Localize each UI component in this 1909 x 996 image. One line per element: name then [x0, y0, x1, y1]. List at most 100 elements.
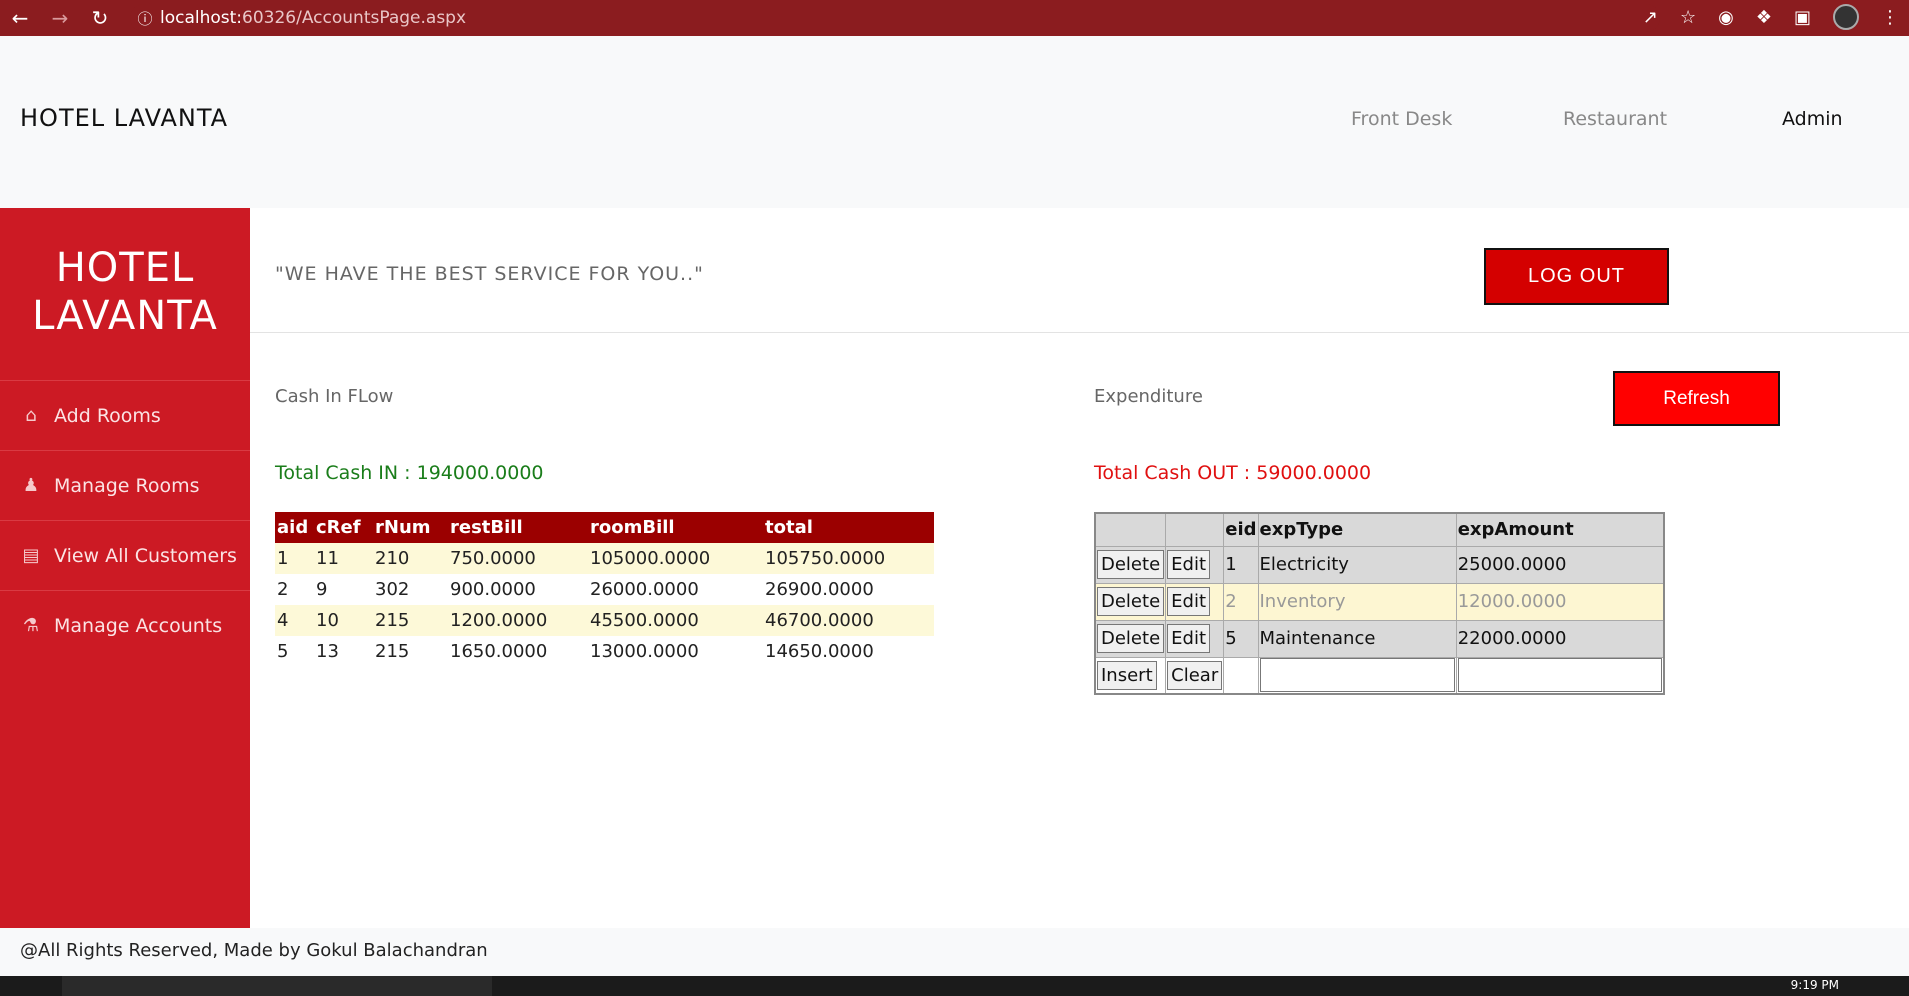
address-bar[interactable]: ⓘ localhost: 60326/AccountsPage.aspx: [130, 4, 1660, 32]
cell: 25000.0000: [1455, 545, 1665, 584]
column-header: aid: [275, 512, 314, 543]
cell: 46700.0000: [763, 605, 934, 636]
top-navbar: HOTEL LAVANTA Front Desk Restaurant Admi…: [0, 36, 1909, 208]
cell: 1: [1223, 545, 1259, 584]
cell: Electricity: [1257, 545, 1457, 584]
back-icon[interactable]: ←: [0, 6, 40, 30]
camera-icon[interactable]: ◉: [1718, 7, 1734, 28]
edit-button[interactable]: Edit: [1167, 624, 1211, 653]
cell: 2: [277, 579, 289, 600]
forward-icon[interactable]: →: [40, 6, 80, 30]
sitemap-icon: ⚗: [22, 615, 40, 636]
cell: 750.0000: [448, 543, 588, 574]
table-header-row: aid cRef rNum restBill roomBill total: [275, 512, 934, 543]
cell: 105750.0000: [763, 543, 934, 574]
sidebar-title-line2: LAVANTA: [32, 293, 218, 339]
eid-cell: [1223, 656, 1259, 695]
column-header: total: [763, 512, 934, 543]
expenditure-table: eid expType expAmount Delete Edit 1 Elec…: [1094, 512, 1665, 695]
share-icon[interactable]: ↗: [1643, 7, 1658, 28]
sidebar-item-label: View All Customers: [54, 544, 237, 567]
table-row: 4 10 215 1200.0000 45500.0000 46700.0000: [275, 605, 934, 636]
table-row: 1 11 210 750.0000 105000.0000 105750.000…: [275, 543, 934, 574]
cell: 13: [316, 641, 339, 662]
cell: 1650.0000: [450, 641, 548, 662]
delete-button[interactable]: Delete: [1097, 587, 1165, 616]
delete-button[interactable]: Delete: [1097, 550, 1165, 579]
sidebar-item-manage-accounts[interactable]: ⚗ Manage Accounts: [0, 590, 250, 660]
cell: 215: [373, 605, 448, 636]
column-header: [1094, 512, 1167, 547]
reload-icon[interactable]: ↻: [80, 6, 120, 30]
os-taskbar: 9:19 PM: [0, 976, 1909, 996]
column-header: restBill: [448, 512, 588, 543]
id-card-icon: ▤: [22, 545, 40, 566]
motto-text: "WE HAVE THE BEST SERVICE FOR YOU..": [275, 263, 704, 285]
sidebar-item-manage-rooms[interactable]: ♟ Manage Rooms: [0, 450, 250, 520]
menu-icon[interactable]: ⋮: [1881, 7, 1899, 28]
sidebar: HOTEL LAVANTA ⌂ Add Rooms ♟ Manage Rooms…: [0, 208, 250, 928]
table-header-row: eid expType expAmount: [1094, 512, 1665, 547]
cell: 105000.0000: [588, 543, 763, 574]
cell: 5: [1223, 619, 1259, 658]
sidebar-title-line1: HOTEL: [55, 245, 195, 291]
sidepanel-icon[interactable]: ▣: [1794, 7, 1811, 28]
avatar[interactable]: [1833, 4, 1859, 30]
cell: 302: [375, 579, 410, 600]
cell: Inventory: [1257, 582, 1457, 621]
sidebar-item-label: Add Rooms: [54, 404, 161, 427]
nav-link-admin[interactable]: Admin: [1782, 108, 1843, 130]
user-icon: ♟: [22, 475, 40, 496]
cell: 26000.0000: [590, 579, 699, 600]
exp-amount-input[interactable]: [1457, 658, 1662, 693]
table-row: 5 13 215 1650.0000 13000.0000 14650.0000: [275, 636, 934, 667]
delete-button[interactable]: Delete: [1097, 624, 1165, 653]
extensions-icon[interactable]: ❖: [1756, 7, 1772, 28]
site-info-icon[interactable]: ⓘ: [130, 8, 160, 29]
header-strip: "WE HAVE THE BEST SERVICE FOR YOU.." LOG…: [250, 208, 1909, 333]
edit-button[interactable]: Edit: [1167, 550, 1211, 579]
url-path: 60326/AccountsPage.aspx: [242, 8, 467, 28]
cell: 12000.0000: [1455, 582, 1665, 621]
cell: 1: [275, 543, 314, 574]
column-header: roomBill: [588, 512, 763, 543]
cell: 11: [314, 543, 373, 574]
nav-link-restaurant[interactable]: Restaurant: [1563, 108, 1667, 130]
column-header: eid: [1223, 512, 1259, 547]
column-header: cRef: [314, 512, 373, 543]
home-icon: ⌂: [25, 405, 37, 426]
total-cash-out: Total Cash OUT : 59000.0000: [1094, 462, 1372, 484]
exp-type-input[interactable]: [1259, 658, 1455, 693]
cell: 45500.0000: [588, 605, 763, 636]
expenditure-label: Expenditure: [1094, 386, 1203, 407]
nav-link-front-desk[interactable]: Front Desk: [1351, 108, 1452, 130]
sidebar-item-label: Manage Accounts: [54, 614, 223, 637]
table-row: 2 9 302 900.0000 26000.0000 26900.0000: [275, 574, 934, 605]
cell: 4: [275, 605, 314, 636]
taskbar-search[interactable]: [62, 976, 492, 996]
sidebar-item-label: Manage Rooms: [54, 474, 200, 497]
sidebar-item-add-rooms[interactable]: ⌂ Add Rooms: [0, 380, 250, 450]
insert-button[interactable]: Insert: [1097, 660, 1157, 690]
cell: 5: [277, 641, 289, 662]
logout-button[interactable]: LOG OUT: [1484, 248, 1669, 305]
cell: 215: [375, 641, 410, 662]
cell: 210: [373, 543, 448, 574]
sidebar-title: HOTEL LAVANTA: [0, 244, 250, 340]
cell: 9: [316, 579, 328, 600]
column-header: [1165, 512, 1225, 547]
cell: 22000.0000: [1455, 619, 1665, 658]
navbar-brand[interactable]: HOTEL LAVANTA: [20, 104, 228, 132]
total-cash-in: Total Cash IN : 194000.0000: [275, 462, 544, 484]
column-header: rNum: [373, 512, 448, 543]
edit-button[interactable]: Edit: [1167, 587, 1211, 616]
clear-button[interactable]: Clear: [1167, 660, 1223, 690]
cell: Maintenance: [1257, 619, 1457, 658]
cell: 900.0000: [450, 579, 536, 600]
refresh-button[interactable]: Refresh: [1613, 371, 1780, 426]
table-row: Delete Edit 2 Inventory 12000.0000: [1094, 582, 1665, 621]
sidebar-item-view-all-customers[interactable]: ▤ View All Customers: [0, 520, 250, 590]
browser-toolbar: ← → ↻ ⓘ localhost: 60326/AccountsPage.asp…: [0, 0, 1909, 36]
cash-in-table: aid cRef rNum restBill roomBill total 1 …: [275, 512, 934, 667]
star-icon[interactable]: ☆: [1680, 7, 1696, 28]
